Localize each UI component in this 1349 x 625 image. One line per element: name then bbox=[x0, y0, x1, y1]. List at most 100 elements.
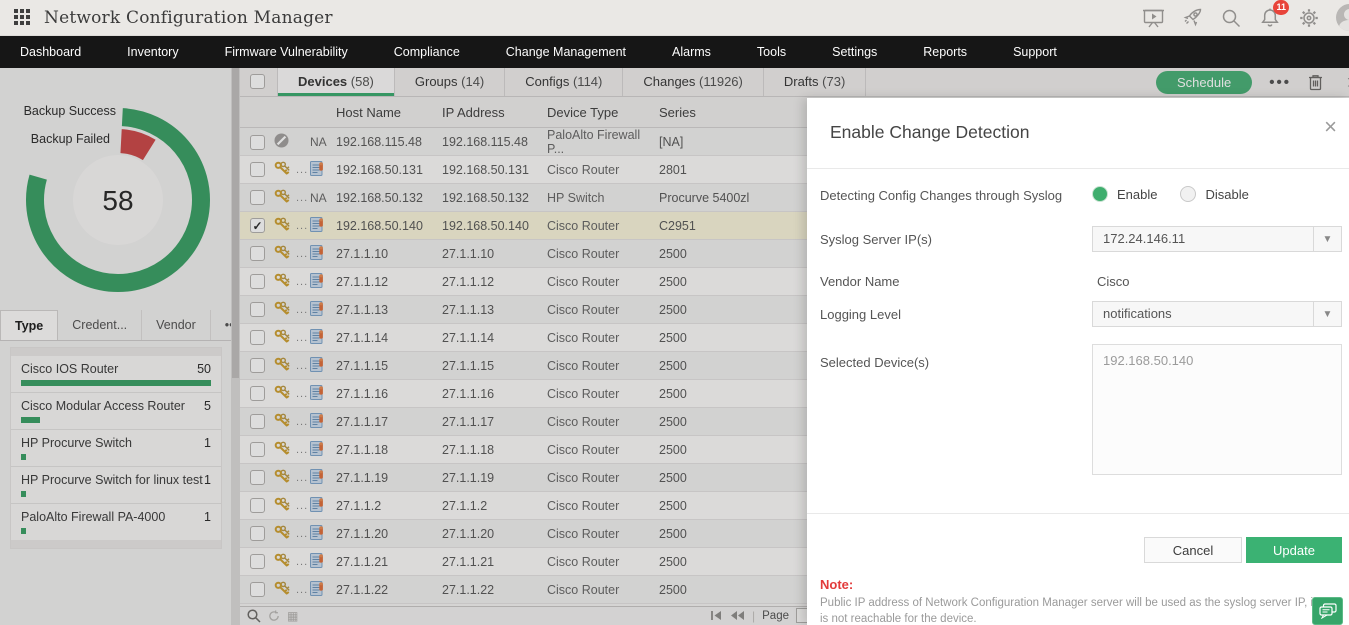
cell-series: C2951 bbox=[659, 219, 799, 233]
presentation-icon[interactable] bbox=[1141, 6, 1165, 30]
scrollbar-thumb[interactable] bbox=[232, 68, 239, 378]
delete-icon[interactable] bbox=[1308, 74, 1323, 91]
col-device-type[interactable]: Device Type bbox=[547, 105, 659, 120]
cell-ip: 27.1.1.22 bbox=[442, 583, 547, 597]
cancel-button[interactable]: Cancel bbox=[1144, 537, 1242, 563]
row-checkbox[interactable] bbox=[250, 302, 265, 317]
select-all-checkbox[interactable] bbox=[250, 74, 265, 89]
logging-level-label: Logging Level bbox=[820, 307, 901, 322]
row-checkbox[interactable] bbox=[250, 330, 265, 345]
device-type-item[interactable]: HP Procurve Switch for linux test1 bbox=[11, 466, 221, 503]
nav-item-change-management[interactable]: Change Management bbox=[483, 36, 649, 68]
row-checkbox[interactable]: ✓ bbox=[250, 218, 265, 233]
tab-devices[interactable]: Devices (58) bbox=[277, 68, 395, 96]
update-button[interactable]: Update bbox=[1246, 537, 1342, 563]
row-checkbox[interactable] bbox=[250, 135, 265, 150]
device-type-item[interactable]: Cisco Modular Access Router5 bbox=[11, 392, 221, 429]
note-title: Note: bbox=[820, 577, 853, 592]
row-checkbox[interactable] bbox=[250, 190, 265, 205]
syslog-ip-select[interactable]: 172.24.146.11 ▼ bbox=[1092, 226, 1342, 252]
tab-groups[interactable]: Groups (14) bbox=[395, 68, 505, 96]
prev-page-icon[interactable] bbox=[730, 610, 745, 621]
cell-host: 192.168.50.131 bbox=[336, 163, 442, 177]
nav-item-dashboard[interactable]: Dashboard bbox=[0, 36, 104, 68]
row-checkbox[interactable] bbox=[250, 162, 265, 177]
tab-count: (58) bbox=[351, 74, 374, 89]
nav-item-inventory[interactable]: Inventory bbox=[104, 36, 201, 68]
grid-view-icon[interactable]: ▦ bbox=[287, 609, 298, 623]
col-series[interactable]: Series bbox=[659, 105, 799, 120]
refresh-icon[interactable] bbox=[268, 610, 280, 622]
cell-ip: 27.1.1.20 bbox=[442, 527, 547, 541]
schedule-button[interactable]: Schedule bbox=[1156, 71, 1252, 94]
nav-item-settings[interactable]: Settings bbox=[809, 36, 900, 68]
row-checkbox[interactable] bbox=[250, 526, 265, 541]
nav-item-compliance[interactable]: Compliance bbox=[371, 36, 483, 68]
row-checkbox[interactable] bbox=[250, 414, 265, 429]
row-checkbox-cell bbox=[240, 442, 274, 457]
nav-item-alarms[interactable]: Alarms bbox=[649, 36, 734, 68]
sidebar-scrollbar[interactable] bbox=[231, 68, 240, 625]
row-checkbox[interactable] bbox=[250, 386, 265, 401]
selected-devices-textarea[interactable]: 192.168.50.140 bbox=[1092, 344, 1342, 475]
config-na-label: NA bbox=[310, 191, 336, 205]
nav-item-tools[interactable]: Tools bbox=[734, 36, 809, 68]
cell-type: Cisco Router bbox=[547, 387, 659, 401]
chart-label-backup-success: Backup Success bbox=[8, 104, 116, 118]
row-checkbox[interactable] bbox=[250, 274, 265, 289]
search-icon[interactable] bbox=[1219, 6, 1243, 30]
row-checkbox[interactable] bbox=[250, 442, 265, 457]
col-ip-address[interactable]: IP Address bbox=[442, 105, 547, 120]
close-icon[interactable]: × bbox=[1324, 116, 1337, 138]
sidebar-tab-credent[interactable]: Credent... bbox=[58, 310, 142, 340]
syslog-toggle-group: Enable Disable bbox=[1092, 186, 1263, 202]
divider bbox=[807, 168, 1349, 169]
sidebar-tab-vendor[interactable]: Vendor bbox=[142, 310, 211, 340]
nav-item-support[interactable]: Support bbox=[990, 36, 1080, 68]
first-page-icon[interactable] bbox=[710, 610, 723, 621]
gear-icon[interactable] bbox=[1297, 6, 1321, 30]
device-type-row: HP Procurve Switch for linux test1 bbox=[21, 473, 211, 487]
col-host-name[interactable]: Host Name bbox=[336, 105, 442, 120]
nav-item-firmware-vulnerability[interactable]: Firmware Vulnerability bbox=[202, 36, 371, 68]
row-checkbox[interactable] bbox=[250, 470, 265, 485]
divider: | bbox=[752, 609, 755, 623]
tab-configs[interactable]: Configs (114) bbox=[505, 68, 623, 96]
device-type-item[interactable]: HP Procurve Switch1 bbox=[11, 429, 221, 466]
enable-radio[interactable] bbox=[1092, 186, 1108, 202]
bell-icon[interactable]: 11 bbox=[1258, 6, 1282, 30]
backup-status-chart: 58 Backup Success Backup Failed bbox=[0, 88, 231, 306]
device-type-bar bbox=[21, 454, 26, 460]
table-search-icon[interactable] bbox=[247, 609, 261, 623]
credential-more-label: ... bbox=[296, 528, 310, 540]
credential-more-label: ... bbox=[296, 500, 310, 512]
cell-ip: 27.1.1.18 bbox=[442, 443, 547, 457]
cell-type: Cisco Router bbox=[547, 331, 659, 345]
more-actions-icon[interactable]: ••• bbox=[1269, 74, 1291, 91]
cell-ip: 192.168.115.48 bbox=[442, 135, 547, 149]
sidebar-tab-type[interactable]: Type bbox=[0, 310, 58, 340]
app-grid-icon[interactable] bbox=[14, 9, 32, 27]
nav-item-reports[interactable]: Reports bbox=[900, 36, 990, 68]
avatar[interactable] bbox=[1336, 4, 1349, 31]
cell-series: 2500 bbox=[659, 359, 799, 373]
row-checkbox[interactable] bbox=[250, 554, 265, 569]
device-type-item[interactable]: Cisco IOS Router50 bbox=[11, 356, 221, 392]
disable-radio[interactable] bbox=[1180, 186, 1196, 202]
row-checkbox[interactable] bbox=[250, 246, 265, 261]
row-checkbox[interactable] bbox=[250, 582, 265, 597]
row-checkbox[interactable] bbox=[250, 358, 265, 373]
credential-keys-icon bbox=[274, 245, 296, 263]
cell-type: Cisco Router bbox=[547, 275, 659, 289]
device-type-item[interactable]: PaloAlto Firewall PA-40001 bbox=[11, 503, 221, 540]
chat-button[interactable] bbox=[1312, 597, 1343, 625]
credential-keys-icon bbox=[274, 497, 296, 515]
rocket-icon[interactable] bbox=[1180, 6, 1204, 30]
config-doc-icon bbox=[310, 524, 336, 544]
cell-series: 2500 bbox=[659, 387, 799, 401]
row-checkbox[interactable] bbox=[250, 498, 265, 513]
tab-drafts[interactable]: Drafts (73) bbox=[764, 68, 866, 96]
tab-changes[interactable]: Changes (11926) bbox=[623, 68, 764, 96]
logging-level-select[interactable]: notifications ▼ bbox=[1092, 301, 1342, 327]
cell-type: Cisco Router bbox=[547, 443, 659, 457]
